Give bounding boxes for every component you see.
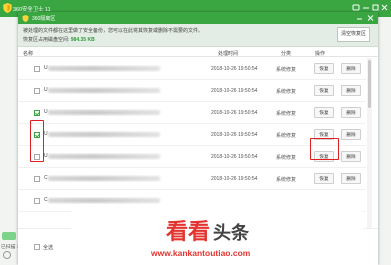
dialog-title: 360隔离区 (32, 16, 56, 22)
status-icon (3, 251, 11, 259)
restore-button[interactable]: 恢复 (314, 173, 334, 184)
table-row[interactable]: C 2018-10-26 19:50:54 系统修复 恢复 删除 (18, 168, 366, 190)
row-time: 2018-10-26 19:50:54 (211, 176, 258, 182)
filename-redacted (48, 110, 160, 115)
row-checkbox[interactable] (34, 88, 40, 94)
filename-redacted (48, 132, 160, 137)
filename-redacted (48, 176, 160, 181)
vertical-scrollbar[interactable] (367, 58, 372, 228)
shield-icon (22, 15, 29, 22)
row-filename: U (44, 65, 164, 72)
info-message: 被处理的文件都在这里做了安全备份，您可以在此将其恢复或删除不需要的文件。 (23, 28, 204, 34)
disk-usage-size: 984.35 KB (70, 37, 95, 43)
column-header-name[interactable]: 名称 (23, 50, 33, 57)
restore-button-highlight (310, 138, 339, 160)
scrollbar-thumb[interactable] (368, 60, 371, 108)
row-filename: U (44, 87, 164, 94)
filename-redacted (48, 66, 160, 71)
row-filename: U (44, 153, 164, 160)
row-category: 系统修复 (276, 155, 297, 161)
row-filename: U (44, 131, 164, 138)
restore-button[interactable]: 恢复 (314, 85, 334, 96)
select-all-checkbox[interactable] (34, 244, 40, 250)
table-row[interactable]: U 2018-10-26 19:50:54 系统修复 恢复 删除 (18, 80, 366, 102)
row-time: 2018-10-26 19:50:54 (211, 110, 258, 116)
close-icon (367, 15, 374, 21)
column-header-time[interactable]: 处理时间 (218, 50, 238, 57)
table-header: 名称 处理时间 分类 操作 (18, 47, 378, 57)
select-all-label: 全选 (43, 245, 54, 251)
main-bottom-text: 已扫描 1 (1, 245, 20, 250)
column-header-category[interactable]: 分类 (281, 50, 291, 57)
table-row[interactable]: U 2018-10-26 19:50:54 系统修复 恢复 删除 (18, 58, 366, 80)
row-category: 系统修复 (276, 89, 297, 95)
row-filename: C (44, 197, 164, 204)
watermark-logo: 看看 头条 www.kankantoutiao.com (71, 204, 363, 265)
row-category: 系统修复 (276, 177, 297, 183)
row-time: 2018-10-26 19:50:54 (211, 132, 258, 138)
main-sidebar (0, 17, 18, 265)
column-header-action: 操作 (315, 51, 326, 57)
shield-icon (3, 3, 12, 13)
delete-button[interactable]: 删除 (341, 129, 361, 140)
main-bottom-tab[interactable] (2, 232, 16, 240)
delete-button[interactable]: 删除 (341, 85, 361, 96)
row-time: 2018-10-26 19:50:54 (211, 154, 258, 160)
delete-button[interactable]: 删除 (341, 173, 361, 184)
row-time: 2018-10-26 19:50:54 (211, 66, 258, 72)
dialog-info-header: 被处理的文件都在这里做了安全备份，您可以在此将其恢复或删除不需要的文件。 恢复区… (18, 24, 378, 47)
filename-redacted (48, 154, 160, 159)
filename-redacted (48, 88, 160, 93)
row-checkbox[interactable] (34, 66, 40, 72)
row-category: 系统修复 (276, 67, 297, 73)
svg-text:头条: 头条 (213, 222, 250, 244)
main-bottom-bar: 已扫描 1 (0, 232, 20, 265)
row-filename: C (44, 175, 164, 182)
row-category: 系统修复 (276, 133, 297, 139)
svg-text:看看: 看看 (166, 220, 210, 245)
restore-button[interactable]: 恢复 (314, 63, 334, 74)
delete-button[interactable]: 删除 (341, 63, 361, 74)
table-row[interactable]: U 2018-10-26 19:50:54 系统修复 恢复 删除 (18, 102, 366, 124)
row-time: 2018-10-26 19:50:54 (211, 88, 258, 94)
dialog-titlebar: 360隔离区 (18, 12, 378, 24)
checked-items-highlight (30, 120, 44, 162)
svg-text:www.kankantoutiao.com: www.kankantoutiao.com (150, 248, 251, 258)
row-checkbox[interactable] (34, 110, 40, 116)
clear-quarantine-button[interactable]: 清空恢复区 (337, 27, 370, 42)
row-category: 系统修复 (276, 111, 297, 117)
disk-usage: 恢复区占用磁盘空间: 984.35 KB (23, 36, 95, 43)
main-right-panel (378, 17, 391, 265)
disk-usage-label: 恢复区占用磁盘空间: (23, 37, 70, 43)
row-checkbox[interactable] (34, 198, 40, 204)
dialog-window-controls[interactable] (355, 14, 375, 22)
row-filename: U (44, 109, 164, 116)
delete-button[interactable]: 删除 (341, 107, 361, 118)
filename-redacted (48, 198, 160, 203)
restore-button[interactable]: 恢复 (314, 107, 334, 118)
row-checkbox[interactable] (34, 176, 40, 182)
delete-button[interactable]: 删除 (341, 151, 361, 162)
